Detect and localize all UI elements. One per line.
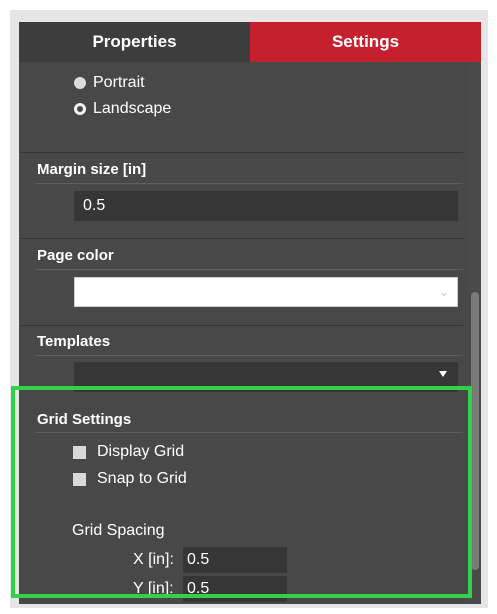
grid-y-input[interactable]: 0.5 bbox=[183, 576, 287, 602]
display-grid-label: Display Grid bbox=[97, 443, 185, 460]
vertical-scrollbar[interactable] bbox=[468, 62, 481, 604]
snap-to-grid-option[interactable]: Snap to Grid bbox=[73, 470, 187, 488]
caret-down-icon bbox=[439, 371, 447, 377]
chevron-down-icon: ⌄ bbox=[438, 285, 449, 299]
landscape-radio[interactable] bbox=[74, 103, 86, 115]
portrait-radio[interactable] bbox=[74, 77, 86, 89]
page-color-title-rule bbox=[35, 269, 463, 270]
grid-x-label: X [in]: bbox=[133, 551, 174, 568]
portrait-label: Portrait bbox=[93, 74, 145, 91]
grid-settings-title: Grid Settings bbox=[37, 411, 132, 428]
templates-title-rule bbox=[35, 355, 463, 356]
settings-window: Properties Settings Portrait Landscape M… bbox=[10, 10, 488, 608]
margin-section: Margin size [in] 0.5 bbox=[21, 153, 463, 239]
margin-title-rule bbox=[35, 183, 463, 184]
page-color-picker[interactable]: ⌄ bbox=[74, 277, 458, 307]
templates-title: Templates bbox=[37, 333, 111, 350]
snap-to-grid-checkbox[interactable] bbox=[73, 472, 86, 486]
margin-title: Margin size [in] bbox=[37, 161, 147, 178]
snap-to-grid-label: Snap to Grid bbox=[97, 470, 187, 487]
scrollbar-thumb[interactable] bbox=[471, 292, 479, 570]
tab-properties[interactable]: Properties bbox=[19, 22, 250, 62]
margin-input[interactable]: 0.5 bbox=[74, 191, 458, 221]
grid-spacing-label: Grid Spacing bbox=[72, 522, 165, 539]
display-grid-option[interactable]: Display Grid bbox=[73, 443, 184, 461]
grid-settings-section: Grid Settings Display Grid Snap to Grid … bbox=[21, 400, 463, 604]
landscape-label: Landscape bbox=[93, 100, 172, 117]
landscape-radio-option[interactable]: Landscape bbox=[74, 100, 171, 118]
settings-panel: Properties Settings Portrait Landscape M… bbox=[19, 22, 481, 604]
page-color-section: Page color ⌄ bbox=[21, 239, 463, 326]
templates-section: Templates bbox=[21, 326, 463, 398]
tab-settings[interactable]: Settings bbox=[250, 22, 481, 62]
grid-x-input[interactable]: 0.5 bbox=[183, 547, 287, 573]
portrait-radio-option[interactable]: Portrait bbox=[74, 74, 145, 92]
page-color-title: Page color bbox=[37, 247, 114, 264]
templates-dropdown[interactable] bbox=[74, 362, 458, 392]
tab-bar: Properties Settings bbox=[19, 22, 481, 62]
grid-settings-title-rule bbox=[35, 432, 463, 433]
grid-y-label: Y [in]: bbox=[133, 580, 174, 597]
display-grid-checkbox[interactable] bbox=[73, 445, 86, 459]
orientation-section: Portrait Landscape bbox=[21, 62, 463, 153]
